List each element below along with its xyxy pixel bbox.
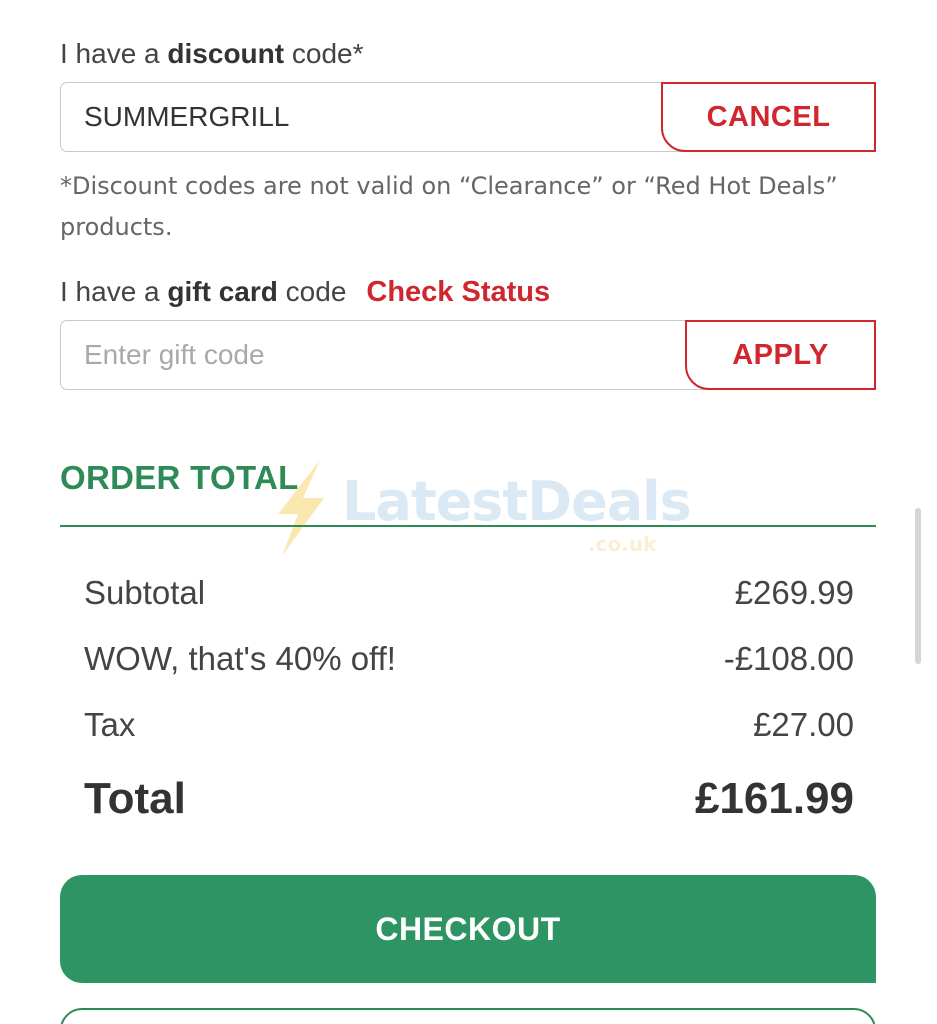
discount-label-suffix: code* xyxy=(291,38,364,69)
discount-note: *Discount codes are not valid on “Cleara… xyxy=(60,172,838,241)
cart-page: I have a discount code* CANCEL *Discount… xyxy=(0,0,937,1024)
order-total-heading: ORDER TOTAL xyxy=(60,459,299,496)
latestdeals-watermark: LatestDeals .co.uk xyxy=(270,458,692,558)
tax-label: Tax xyxy=(84,706,136,743)
tax-row: Tax £27.00 xyxy=(84,706,854,744)
cancel-discount-button[interactable]: CANCEL xyxy=(661,82,876,152)
total-row: Total £161.99 xyxy=(84,774,854,824)
tax-value: £27.00 xyxy=(753,706,854,743)
apply-gift-card-button[interactable]: APPLY xyxy=(685,320,876,390)
watermark-brand: LatestDeals xyxy=(342,470,692,533)
total-label: Total xyxy=(84,774,186,823)
discount-code-label: I have a discount code* xyxy=(60,38,364,70)
discount-row-value: -£108.00 xyxy=(723,640,854,677)
gift-code-input[interactable] xyxy=(61,321,686,389)
discount-row-label: WOW, that's 40% off! xyxy=(84,640,396,677)
gift-card-field: APPLY xyxy=(60,320,876,390)
subtotal-label: Subtotal xyxy=(84,574,206,611)
gift-label-bold: gift card xyxy=(167,276,278,307)
discount-code-field: CANCEL xyxy=(60,82,876,152)
discount-label-prefix: I have a xyxy=(60,38,160,69)
checkout-button[interactable]: CHECKOUT xyxy=(60,875,876,983)
subtotal-row: Subtotal £269.99 xyxy=(84,574,854,612)
gift-label-suffix: code xyxy=(285,276,347,307)
order-total-divider xyxy=(60,525,876,527)
discount-row: WOW, that's 40% off! -£108.00 xyxy=(84,640,854,678)
discount-code-input[interactable] xyxy=(61,83,661,151)
subtotal-value: £269.99 xyxy=(734,574,854,611)
scrollbar-thumb[interactable] xyxy=(915,508,921,664)
discount-label-bold: discount xyxy=(167,38,285,69)
watermark-domain: .co.uk xyxy=(588,532,657,556)
secondary-button-partial[interactable] xyxy=(60,1008,876,1024)
check-status-link[interactable]: Check Status xyxy=(366,276,550,309)
gift-card-label: I have a gift card code Check Status xyxy=(60,276,550,309)
total-value: £161.99 xyxy=(694,774,854,823)
gift-label-prefix: I have a xyxy=(60,276,160,307)
